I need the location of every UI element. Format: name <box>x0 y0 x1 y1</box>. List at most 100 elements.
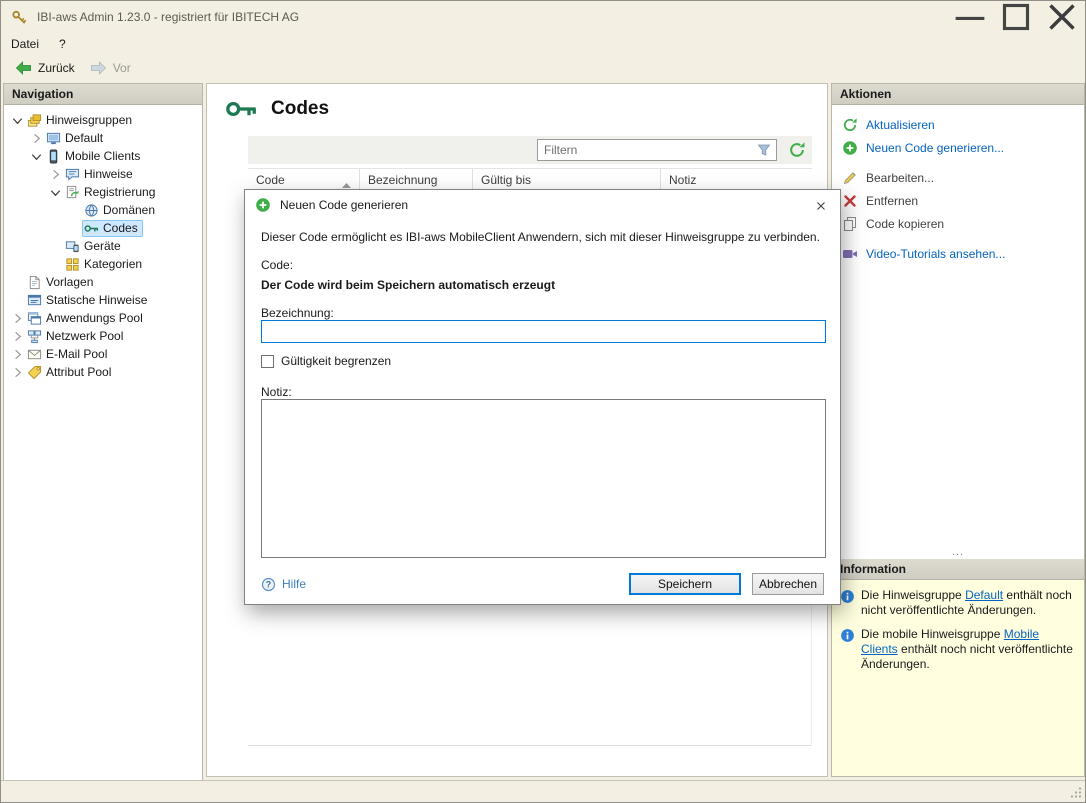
info-link-mobile-clients[interactable]: Mobile Clients <box>861 627 1039 656</box>
resize-grip-icon[interactable] <box>1069 786 1082 799</box>
validity-checkbox-row[interactable]: Gültigkeit begrenzen <box>261 354 391 368</box>
close-button[interactable] <box>1039 1 1085 33</box>
hint-icon <box>65 167 80 182</box>
help-icon: ? <box>261 577 276 592</box>
column-header-bezeichnung[interactable]: Bezeichnung <box>360 169 473 190</box>
tree-item-e-mail-pool[interactable]: E-Mail Pool <box>4 345 202 363</box>
tree-item-content[interactable]: Default <box>44 130 108 147</box>
tree-item-content[interactable]: Anwendungs Pool <box>25 310 148 327</box>
chevron-right-icon[interactable] <box>10 365 25 380</box>
dialog-close-button[interactable] <box>811 196 831 216</box>
tree-item-hinweise[interactable]: Hinweise <box>4 165 202 183</box>
action-aktualisieren[interactable]: Aktualisieren <box>842 113 1084 136</box>
maximize-button[interactable] <box>993 1 1039 33</box>
tree-item-content[interactable]: Geräte <box>63 238 126 255</box>
tree-item-content[interactable]: Hinweisgruppen <box>25 112 137 129</box>
column-header-gültig-bis[interactable]: Gültig bis <box>473 169 661 190</box>
tree-item-content[interactable]: Attribut Pool <box>25 364 116 381</box>
tree-item-codes[interactable]: Codes <box>4 219 202 237</box>
back-arrow-icon <box>14 60 33 76</box>
chevron-spacer <box>10 293 25 308</box>
forward-button-label: Vor <box>113 61 131 75</box>
column-header-label: Gültig bis <box>481 173 531 187</box>
dialog-title: Neuen Code generieren <box>280 198 408 212</box>
tree-item-hinweisgruppen[interactable]: Hinweisgruppen <box>4 111 202 129</box>
bezeichnung-input[interactable] <box>261 320 826 343</box>
column-header-label: Bezeichnung <box>368 173 437 187</box>
tree-item-content[interactable]: Domänen <box>82 202 160 219</box>
minimize-button[interactable] <box>947 1 993 33</box>
tree-item-anwendungs-pool[interactable]: Anwendungs Pool <box>4 309 202 327</box>
tree-item-content[interactable]: Vorlagen <box>25 274 98 291</box>
tree-item-content[interactable]: Mobile Clients <box>44 148 145 165</box>
tree-item-domänen[interactable]: Domänen <box>4 201 202 219</box>
action-label: Video-Tutorials ansehen... <box>866 247 1005 261</box>
navigation-panel-header: Navigation <box>4 84 202 105</box>
validity-checkbox[interactable] <box>261 355 274 368</box>
help-link[interactable]: ? Hilfe <box>261 577 306 592</box>
action-video-tutorials-ansehen[interactable]: Video-Tutorials ansehen... <box>842 242 1084 265</box>
chevron-down-icon[interactable] <box>48 185 63 200</box>
information-list: Die Hinweisgruppe Default enthält noch n… <box>832 580 1084 776</box>
tree-item-statische-hinweise[interactable]: Statische Hinweise <box>4 291 202 309</box>
refresh-button[interactable] <box>788 141 806 159</box>
back-button-label: Zurück <box>38 61 75 75</box>
codes-key-icon <box>225 98 258 120</box>
column-header-notiz[interactable]: Notiz <box>661 169 812 190</box>
tree-item-content[interactable]: Hinweise <box>63 166 138 183</box>
action-label: Code kopieren <box>866 217 944 231</box>
delete-icon <box>842 193 858 209</box>
tree-item-content[interactable]: Statische Hinweise <box>25 292 152 309</box>
menu-help[interactable]: ? <box>49 34 76 54</box>
column-header-code[interactable]: Code <box>248 169 360 190</box>
help-link-label: Hilfe <box>282 577 306 591</box>
info-link-default[interactable]: Default <box>965 588 1003 602</box>
chevron-down-icon[interactable] <box>29 149 44 164</box>
tree-item-default[interactable]: Default <box>4 129 202 147</box>
tree-item-content[interactable]: E-Mail Pool <box>25 346 112 363</box>
chevron-right-icon[interactable] <box>10 329 25 344</box>
tree-item-mobile-clients[interactable]: Mobile Clients <box>4 147 202 165</box>
tree-item-label: Geräte <box>84 239 121 253</box>
menu-bar: Datei ? <box>1 33 1085 55</box>
tree-item-content[interactable]: Kategorien <box>63 256 147 273</box>
app-pool-icon <box>27 311 42 326</box>
tree-item-geräte[interactable]: Geräte <box>4 237 202 255</box>
tree-item-kategorien[interactable]: Kategorien <box>4 255 202 273</box>
chevron-right-icon[interactable] <box>10 311 25 326</box>
tree-item-content[interactable]: Netzwerk Pool <box>25 328 128 345</box>
filter-input[interactable] <box>538 143 756 157</box>
info-icon <box>840 628 855 643</box>
forward-button[interactable]: Vor <box>82 58 138 78</box>
back-button[interactable]: Zurück <box>7 58 82 78</box>
chevron-right-icon[interactable] <box>48 167 63 182</box>
info-item: Die mobile Hinweisgruppe Mobile Clients … <box>840 627 1076 672</box>
panel-splitter[interactable]: ... <box>832 548 1084 556</box>
app-window: IBI-aws Admin 1.23.0 - registriert für I… <box>0 0 1086 803</box>
chevron-down-icon[interactable] <box>10 113 25 128</box>
tree-item-vorlagen[interactable]: Vorlagen <box>4 273 202 291</box>
info-text: Die mobile Hinweisgruppe Mobile Clients … <box>861 627 1076 672</box>
chevron-right-icon[interactable] <box>29 131 44 146</box>
tree-item-label: Domänen <box>103 203 155 217</box>
chevron-right-icon[interactable] <box>10 347 25 362</box>
action-label: Neuen Code generieren... <box>866 141 1004 155</box>
menu-datei[interactable]: Datei <box>1 34 49 54</box>
tree-item-content[interactable]: Codes <box>82 220 143 237</box>
funnel-icon[interactable] <box>756 142 772 158</box>
tree-item-netzwerk-pool[interactable]: Netzwerk Pool <box>4 327 202 345</box>
svg-text:?: ? <box>266 579 271 589</box>
tree-item-registrierung[interactable]: Registrierung <box>4 183 202 201</box>
save-button[interactable]: Speichern <box>629 573 741 595</box>
action-neuen-code-generieren[interactable]: Neuen Code generieren... <box>842 136 1084 159</box>
notiz-textarea[interactable] <box>261 399 826 558</box>
title-bar: IBI-aws Admin 1.23.0 - registriert für I… <box>1 1 1085 33</box>
tree-item-content[interactable]: Registrierung <box>63 184 160 201</box>
tree-item-attribut-pool[interactable]: Attribut Pool <box>4 363 202 381</box>
dialog-footer: ? Hilfe Speichern Abbrechen <box>261 572 824 596</box>
tree-item-label: Codes <box>103 221 138 235</box>
code-value: Der Code wird beim Speichern automatisch… <box>261 278 555 292</box>
cancel-button[interactable]: Abbrechen <box>752 573 824 595</box>
action-code-kopieren: Code kopieren <box>842 212 1084 235</box>
chevron-spacer <box>48 257 63 272</box>
